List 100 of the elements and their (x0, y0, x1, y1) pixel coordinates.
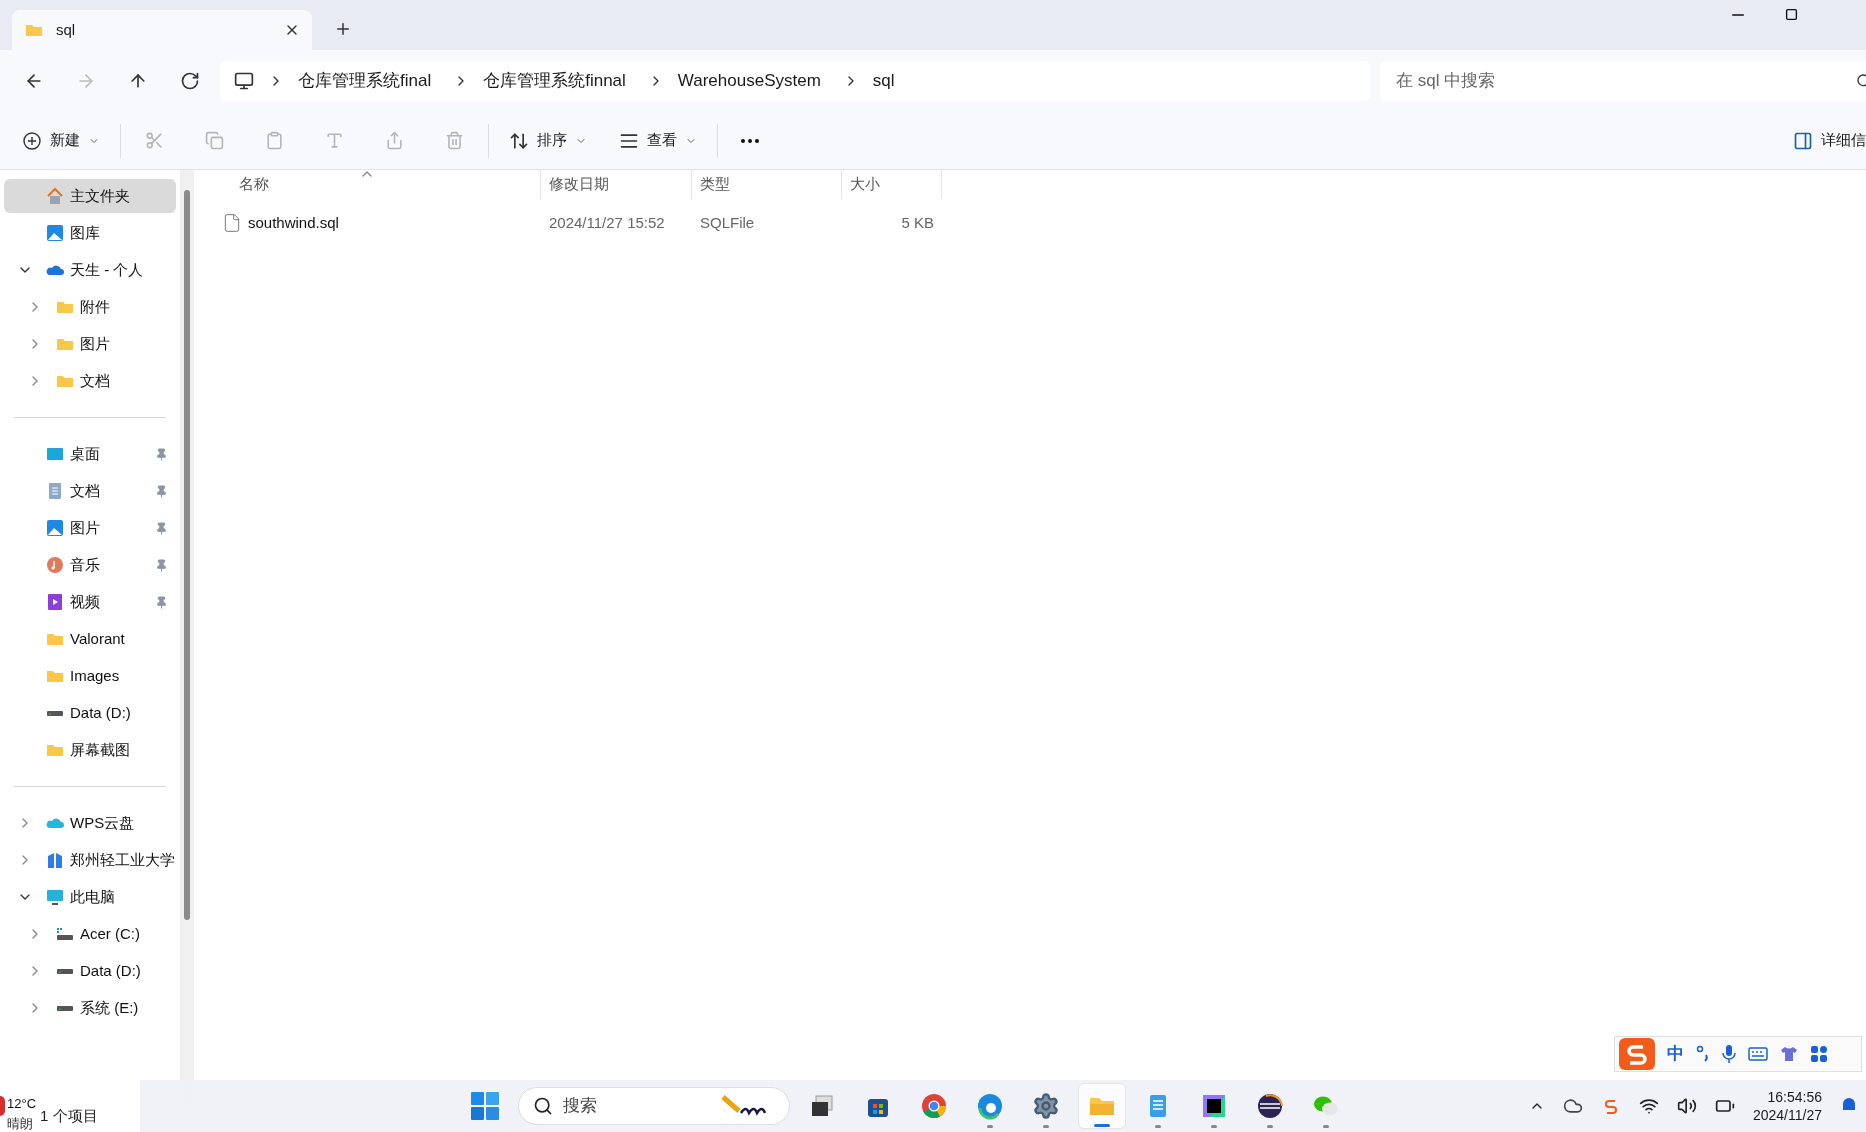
modified-date: 2024/11/27 15:52 (548, 212, 666, 233)
sidebar-label: 视频 (70, 591, 100, 612)
keyboard-icon[interactable] (1748, 1046, 1768, 1062)
breadcrumb-item[interactable]: sql (872, 68, 895, 94)
desktop-icon (46, 445, 64, 463)
details-pane-icon (1793, 130, 1813, 151)
column-header[interactable]: 名称 (194, 170, 541, 199)
sidebar-item[interactable]: 图片 (4, 511, 176, 545)
sidebar-item[interactable]: 文档 (4, 474, 176, 508)
tab[interactable]: sql (12, 10, 312, 50)
details-button[interactable]: 详细信 (1793, 129, 1866, 152)
sidebar-label: 系统 (E:) (80, 997, 139, 1018)
drive-icon (46, 709, 64, 717)
sidebar-label: Images (70, 665, 120, 686)
sidebar-label: WPS云盘 (70, 812, 135, 833)
sidebar-item[interactable]: 视频 (4, 585, 176, 619)
sidebar-label: 此电脑 (70, 886, 115, 907)
chrome-icon (920, 1092, 948, 1120)
sidebar-label: Valorant (70, 628, 125, 649)
temperature: 12°C (7, 1095, 37, 1113)
eclipse-icon (1256, 1092, 1284, 1120)
address-bar[interactable]: 仓库管理系统final 仓库管理系统finnal WarehouseSystem sql (220, 61, 1370, 101)
sidebar-item[interactable]: 郑州轻工业大学 (4, 843, 176, 877)
sidebar-item[interactable]: 文档 (4, 364, 176, 398)
sidebar-label: Data (D:) (80, 960, 141, 981)
new-button[interactable]: 新建 (22, 129, 116, 152)
sidebar-item[interactable]: 主文件夹 (4, 179, 176, 213)
sidebar-label: Acer (C:) (80, 923, 140, 944)
volume-icon[interactable] (1676, 1096, 1697, 1116)
sidebar-label: 桌面 (70, 443, 100, 464)
sidebar-item[interactable]: Valorant (4, 622, 176, 656)
picture-icon (46, 224, 64, 242)
app-logo-icon (1200, 1092, 1228, 1120)
drive-icon (56, 967, 74, 975)
sidebar-item[interactable]: 桌面 (4, 437, 176, 471)
file-type: SQLFile (699, 212, 756, 233)
column-header[interactable]: 大小 (842, 170, 942, 199)
video-icon (46, 593, 64, 611)
sidebar-item[interactable]: Images (4, 659, 176, 693)
sidebar-item[interactable]: 屏幕截图 (4, 733, 176, 767)
column-header[interactable]: 修改日期 (541, 170, 692, 199)
breadcrumb-item[interactable]: 仓库管理系统final (298, 68, 432, 94)
search-placeholder: 搜索 (563, 1095, 598, 1118)
sidebar-label: 天生 - 个人 (70, 259, 144, 280)
taskbar-search[interactable]: 搜索 (518, 1087, 790, 1125)
sidebar-label: 文档 (80, 370, 110, 391)
sidebar-item[interactable]: 附件 (4, 290, 176, 324)
plus-circle-icon (22, 130, 42, 151)
search-field[interactable]: 在 sql 中搜索 (1380, 61, 1866, 101)
sidebar-label: 主文件夹 (70, 185, 130, 206)
wifi-icon[interactable] (1638, 1096, 1659, 1116)
breadcrumb-item[interactable]: WarehouseSystem (677, 68, 821, 94)
file-icon (222, 213, 242, 233)
refresh-icon[interactable] (180, 71, 200, 91)
status-text: 1 个项目 (40, 1105, 98, 1126)
ime-logo-icon[interactable] (1619, 1038, 1655, 1070)
cloud-icon[interactable] (1562, 1096, 1583, 1116)
sidebar-item[interactable]: Data (D:) (4, 696, 176, 730)
time: 16:54:56 (1767, 1088, 1822, 1106)
tab-title: sql (56, 19, 77, 40)
sidebar-item[interactable]: 音乐 (4, 548, 176, 582)
view-button[interactable]: 查看 (603, 129, 713, 152)
edge-icon (976, 1092, 1004, 1120)
sidebar-item[interactable]: 此电脑 (4, 880, 176, 914)
sidebar-item[interactable]: 系统 (E:) (4, 991, 176, 1025)
document-icon (46, 482, 64, 500)
monitor-icon (46, 888, 64, 906)
column-header[interactable]: 类型 (692, 170, 842, 199)
sidebar-label: 图片 (80, 333, 110, 354)
sidebar-label: 图库 (70, 222, 100, 243)
sidebar-item[interactable]: Data (D:) (4, 954, 176, 988)
ime-mode[interactable]: 中 (1667, 1041, 1684, 1067)
weather-condition: 晴朗 (7, 1115, 34, 1132)
music-icon (46, 556, 64, 574)
sidebar-label: 音乐 (70, 554, 100, 575)
maximize-icon[interactable] (1785, 8, 1798, 21)
settings-icon (1032, 1092, 1060, 1120)
sidebar-item[interactable]: 天生 - 个人 (4, 253, 176, 287)
pin-icon (155, 447, 168, 461)
sidebar-item[interactable]: Acer (C:) (4, 917, 176, 951)
clock[interactable]: 16:54:56 2024/11/27 (1752, 1088, 1822, 1124)
sidebar-item[interactable]: WPS云盘 (4, 806, 176, 840)
grid-icon[interactable] (1810, 1045, 1828, 1063)
sidebar-item[interactable]: 图片 (4, 327, 176, 361)
sort-button[interactable]: 排序 (493, 129, 603, 152)
file-row[interactable]: southwind.sql 2024/11/27 15:52 SQLFile 5 KB (194, 204, 1866, 242)
search-icon (533, 1096, 553, 1116)
monitor-icon (234, 71, 254, 91)
new-tab-icon[interactable] (334, 20, 352, 38)
sidebar-label: 文档 (70, 480, 100, 501)
breadcrumb-item[interactable]: 仓库管理系统finnal (483, 68, 626, 94)
sidebar-item[interactable]: 图库 (4, 216, 176, 250)
search-input[interactable]: 在 sql 中搜索 (1396, 68, 1856, 94)
scrollbar-thumb[interactable] (184, 190, 190, 920)
punctuation-icon[interactable] (1696, 1045, 1710, 1063)
date: 2024/11/27 (1752, 1106, 1822, 1124)
microphone-icon[interactable] (1722, 1044, 1736, 1064)
shirt-icon[interactable] (1780, 1045, 1798, 1063)
start-icon[interactable] (470, 1091, 500, 1121)
home-icon (46, 187, 64, 205)
